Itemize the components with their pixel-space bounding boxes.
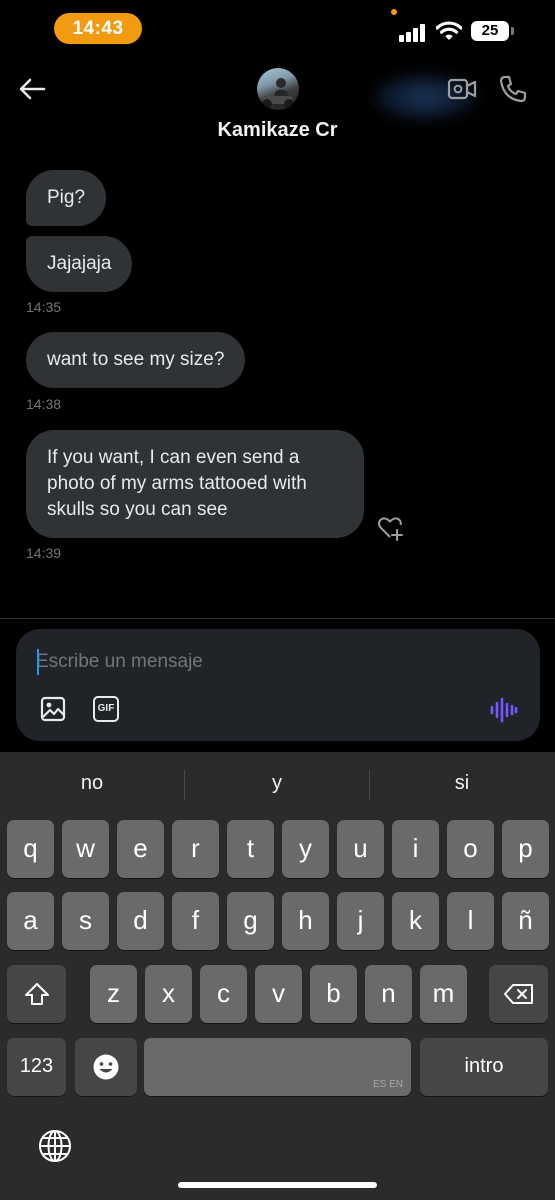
text-cursor — [37, 649, 39, 675]
suggestion-no[interactable]: no — [0, 772, 184, 795]
message-list[interactable]: Pig? Jajajaja 14:35 want to see my size?… — [0, 156, 555, 618]
key-z[interactable]: z — [90, 965, 137, 1023]
key-s[interactable]: s — [62, 892, 109, 950]
gif-button[interactable]: GIF — [93, 696, 119, 722]
back-arrow-icon[interactable] — [14, 74, 50, 104]
key-p[interactable]: p — [502, 820, 549, 878]
key-j[interactable]: j — [337, 892, 384, 950]
wifi-icon — [436, 21, 462, 40]
message-input[interactable] — [36, 648, 516, 676]
battery-icon: 25 — [471, 21, 514, 41]
key-m[interactable]: m — [420, 965, 467, 1023]
emoji-icon — [93, 1054, 119, 1080]
keyboard: no y si q w e r t y u i o p a s d f g h … — [0, 752, 555, 1200]
key-f[interactable]: f — [172, 892, 219, 950]
key-i[interactable]: i — [392, 820, 439, 878]
key-e[interactable]: e — [117, 820, 164, 878]
key-y[interactable]: y — [282, 820, 329, 878]
key-x[interactable]: x — [145, 965, 192, 1023]
home-indicator[interactable] — [178, 1182, 377, 1188]
message-bubble[interactable]: Pig? — [26, 170, 107, 226]
phone-icon[interactable] — [498, 74, 528, 104]
shift-key[interactable] — [7, 965, 66, 1023]
shift-icon — [24, 983, 49, 1005]
key-o[interactable]: o — [447, 820, 494, 878]
status-bar: 14:43 25 — [0, 0, 555, 56]
video-call-icon[interactable] — [447, 76, 477, 102]
key-l[interactable]: l — [447, 892, 494, 950]
key-k[interactable]: k — [392, 892, 439, 950]
key-q[interactable]: q — [7, 820, 54, 878]
key-r[interactable]: r — [172, 820, 219, 878]
key-w[interactable]: w — [62, 820, 109, 878]
suggestion-y[interactable]: y — [185, 772, 369, 795]
numbers-key[interactable]: 123 — [7, 1038, 66, 1096]
conversation-header: Kamikaze Cr — [0, 56, 555, 156]
composer-divider — [0, 618, 555, 619]
message-timestamp: 14:35 — [26, 299, 62, 315]
key-d[interactable]: d — [117, 892, 164, 950]
image-icon[interactable] — [39, 695, 67, 723]
return-key[interactable]: intro — [420, 1038, 548, 1096]
message-bubble[interactable]: Jajajaja — [26, 236, 133, 292]
message-bubble[interactable]: If you want, I can even send a photo of … — [26, 430, 364, 538]
message-composer: GIF — [16, 629, 540, 741]
space-key[interactable]: ES EN — [144, 1038, 411, 1096]
key-v[interactable]: v — [255, 965, 302, 1023]
privacy-indicator-dot — [391, 9, 397, 15]
key-u[interactable]: u — [337, 820, 384, 878]
contact-name[interactable]: Kamikaze Cr — [0, 119, 555, 142]
key-t[interactable]: t — [227, 820, 274, 878]
key-g[interactable]: g — [227, 892, 274, 950]
avatar-photo — [262, 78, 294, 110]
add-reaction-icon[interactable] — [376, 514, 406, 544]
key-n[interactable]: n — [365, 965, 412, 1023]
delete-key[interactable] — [489, 965, 548, 1023]
message-timestamp: 14:38 — [26, 396, 62, 412]
keyboard-languages: ES EN — [372, 1079, 403, 1090]
emoji-key[interactable] — [75, 1038, 137, 1096]
backspace-icon — [503, 984, 533, 1004]
signal-icon — [399, 23, 427, 42]
key-a[interactable]: a — [7, 892, 54, 950]
message-bubble[interactable]: want to see my size? — [26, 332, 246, 388]
suggestion-si[interactable]: si — [370, 772, 554, 795]
key-b[interactable]: b — [310, 965, 357, 1023]
status-time: 14:43 — [54, 13, 142, 44]
contact-avatar[interactable] — [257, 68, 299, 110]
message-timestamp: 14:39 — [26, 545, 62, 561]
globe-icon[interactable] — [37, 1128, 73, 1164]
key-n-tilde[interactable]: ñ — [502, 892, 549, 950]
key-c[interactable]: c — [200, 965, 247, 1023]
voice-message-icon[interactable] — [488, 695, 518, 725]
key-h[interactable]: h — [282, 892, 329, 950]
